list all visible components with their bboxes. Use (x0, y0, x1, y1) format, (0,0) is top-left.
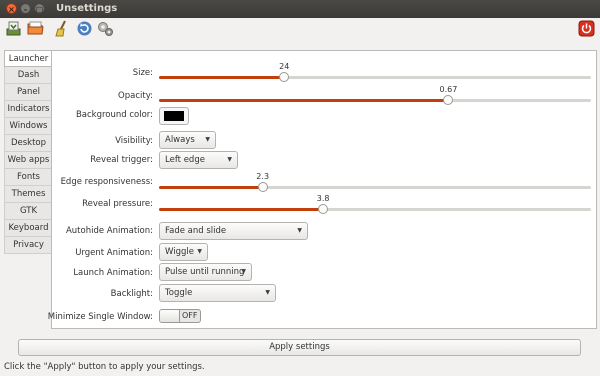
title-bar: × – □ Unsettings (0, 0, 600, 18)
tab-desktop[interactable]: Desktop (4, 135, 52, 152)
reveal-pressure-slider[interactable]: 3.8 (159, 194, 591, 214)
backlight-label: Backlight: (110, 289, 153, 299)
edge-responsiveness-label: Edge responsiveness: (60, 177, 153, 187)
launch-animation-dropdown[interactable]: Pulse until running ▼ (159, 263, 252, 281)
close-window-button[interactable]: × (6, 3, 17, 14)
visibility-selected: Always (165, 135, 195, 145)
visibility-dropdown[interactable]: Always ▼ (159, 131, 216, 149)
urgent-animation-selected: Wiggle (165, 247, 194, 257)
size-slider[interactable]: 24 (159, 62, 591, 82)
minimize-window-button[interactable]: – (20, 3, 31, 14)
tab-launcher[interactable]: Launcher (4, 50, 52, 67)
launch-animation-label: Launch Animation: (73, 268, 153, 278)
minimize-single-window-switch[interactable]: OFF (159, 309, 201, 323)
slider-handle[interactable] (279, 72, 290, 82)
tab-privacy[interactable]: Privacy (4, 237, 52, 254)
tab-gtk[interactable]: GTK (4, 203, 52, 220)
settings-sidebar: Launcher Dash Panel Indicators Windows D… (4, 50, 52, 254)
opacity-slider[interactable]: 0.67 (159, 85, 591, 105)
slider-fill (159, 186, 263, 189)
opacity-value: 0.67 (439, 85, 458, 94)
tab-windows[interactable]: Windows (4, 118, 52, 135)
slider-handle[interactable] (257, 182, 268, 192)
minimize-single-window-label: Minimize Single Window: (47, 312, 153, 322)
slider-fill (159, 76, 285, 79)
chevron-down-icon: ▼ (205, 136, 210, 143)
chevron-down-icon: ▼ (227, 156, 232, 163)
reveal-trigger-dropdown[interactable]: Left edge ▼ (159, 151, 238, 169)
chevron-down-icon: ▼ (241, 268, 246, 275)
backlight-dropdown[interactable]: Toggle ▼ (159, 284, 276, 302)
size-label: Size: (132, 68, 153, 78)
chevron-down-icon: ▼ (197, 248, 202, 255)
switch-knob[interactable] (160, 310, 180, 322)
power-icon[interactable] (578, 20, 595, 37)
save-icon[interactable] (5, 20, 22, 37)
edge-responsiveness-value: 2.3 (256, 172, 270, 181)
autohide-animation-selected: Fade and slide (165, 226, 227, 236)
urgent-animation-label: Urgent Animation: (75, 248, 153, 258)
slider-handle[interactable] (318, 204, 329, 214)
launcher-settings-panel: Size: 24 Opacity: 0.67 Background color:… (47, 50, 597, 329)
background-color-button[interactable] (159, 107, 189, 125)
autohide-animation-label: Autohide Animation: (65, 226, 153, 236)
color-swatch (164, 111, 184, 121)
chevron-down-icon: ▼ (297, 227, 302, 234)
reveal-trigger-label: Reveal trigger: (90, 155, 153, 165)
settings-gear-icon[interactable] (97, 20, 114, 37)
open-folder-icon[interactable] (27, 20, 44, 37)
autohide-animation-dropdown[interactable]: Fade and slide ▼ (159, 222, 308, 240)
tab-dash[interactable]: Dash (4, 67, 52, 84)
opacity-label: Opacity: (118, 91, 153, 101)
tab-indicators[interactable]: Indicators (4, 101, 52, 118)
background-color-label: Background color: (75, 110, 153, 120)
visibility-label: Visibility: (115, 136, 153, 146)
slider-fill (159, 99, 449, 102)
size-value: 24 (279, 62, 290, 71)
tab-keyboard[interactable]: Keyboard (4, 220, 52, 237)
urgent-animation-dropdown[interactable]: Wiggle ▼ (159, 243, 208, 261)
edge-responsiveness-slider[interactable]: 2.3 (159, 172, 591, 192)
broom-icon[interactable] (54, 20, 71, 37)
status-bar-text: Click the "Apply" button to apply your s… (4, 362, 205, 372)
chevron-down-icon: ▼ (265, 289, 270, 296)
reveal-pressure-value: 3.8 (316, 194, 330, 203)
maximize-window-button[interactable]: □ (34, 3, 45, 14)
launch-animation-selected: Pulse until running (165, 267, 245, 277)
backlight-selected: Toggle (165, 288, 193, 298)
toolbar (0, 18, 600, 40)
tab-themes[interactable]: Themes (4, 186, 52, 203)
apply-settings-button[interactable]: Apply settings (18, 339, 581, 356)
tab-web-apps[interactable]: Web apps (4, 152, 52, 169)
window-title: Unsettings (56, 3, 118, 14)
tab-panel[interactable]: Panel (4, 84, 52, 101)
slider-fill (159, 208, 324, 211)
refresh-icon[interactable] (76, 20, 93, 37)
switch-state: OFF (182, 311, 198, 320)
reveal-pressure-label: Reveal pressure: (82, 199, 153, 209)
slider-handle[interactable] (443, 95, 454, 105)
tab-fonts[interactable]: Fonts (4, 169, 52, 186)
reveal-trigger-selected: Left edge (165, 155, 205, 165)
